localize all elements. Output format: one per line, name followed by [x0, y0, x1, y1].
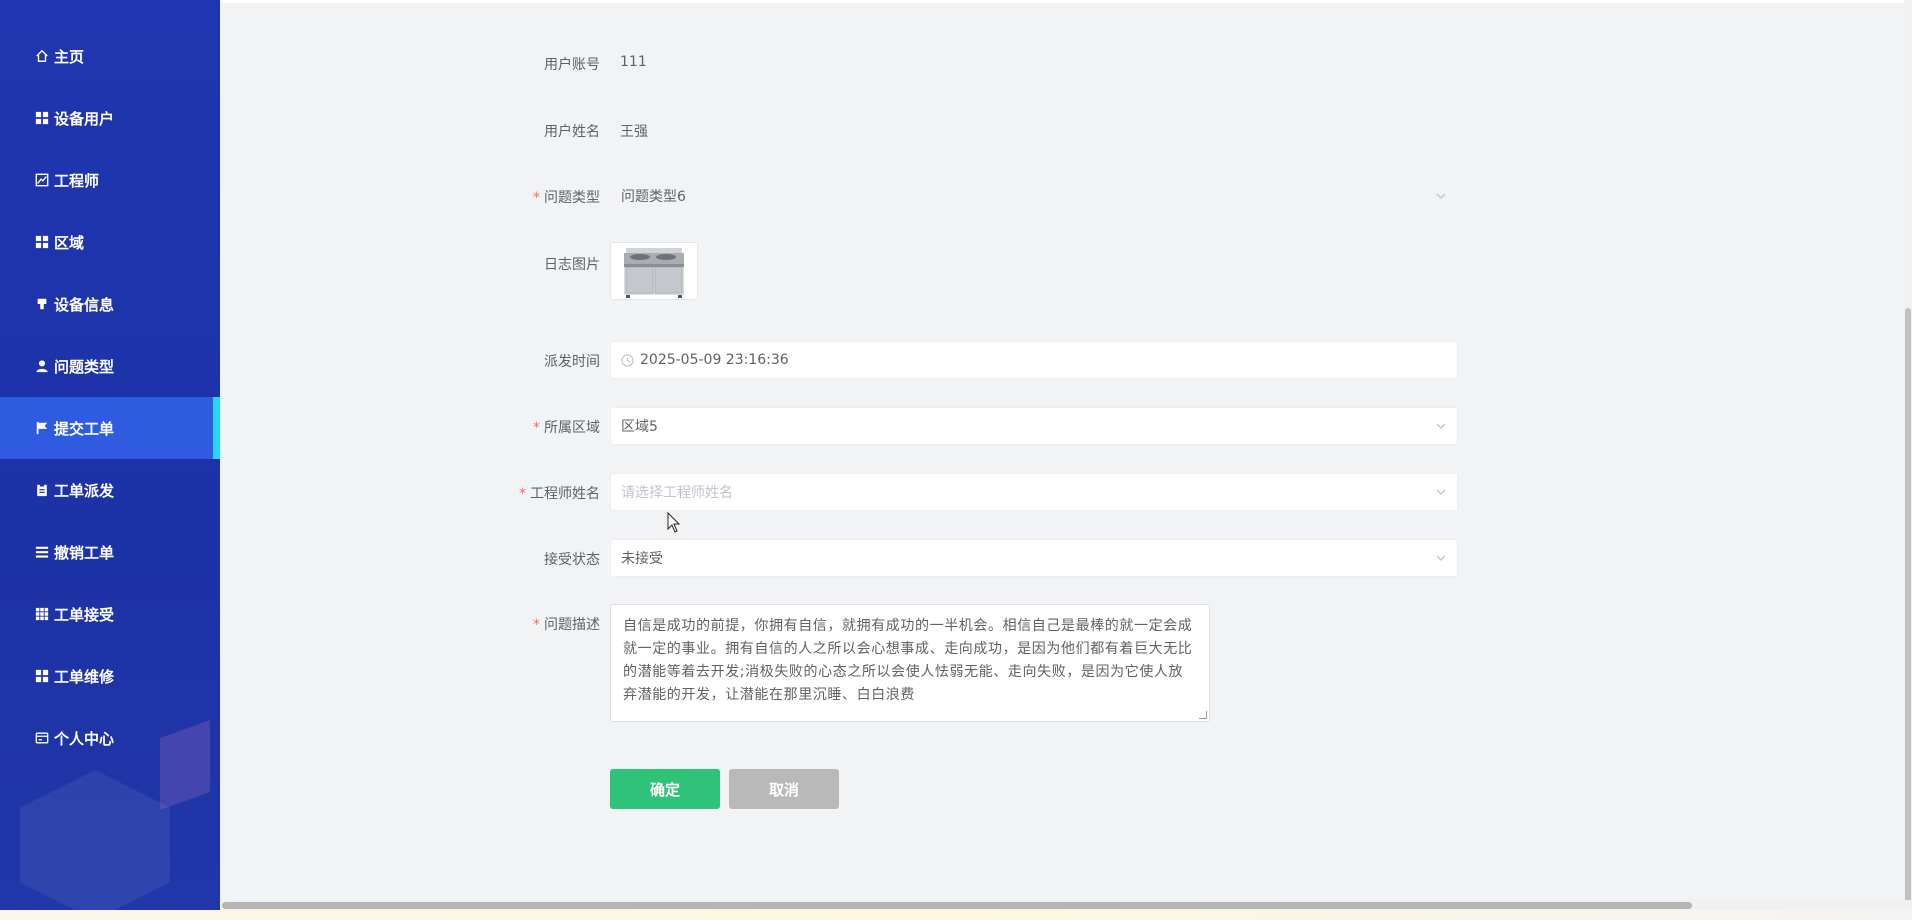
username-value: 王强 — [620, 124, 648, 140]
cancel-button[interactable]: 取消 — [729, 769, 839, 809]
sidebar-item-engineer[interactable]: 工程师 — [0, 149, 220, 211]
engineer-label: * 工程师姓名 — [519, 486, 600, 502]
sidebar-item-label: 工单维修 — [54, 667, 115, 686]
table-icon — [34, 606, 50, 622]
home-icon — [34, 48, 50, 64]
horizontal-scrollbar-thumb[interactable] — [222, 902, 1692, 909]
user-icon — [34, 358, 50, 374]
clipboard-icon — [34, 482, 50, 498]
list-icon — [34, 544, 50, 560]
grid-icon — [34, 110, 50, 126]
sidebar-item-ticket-dispatch[interactable]: 工单派发 — [0, 459, 220, 521]
engineer-select[interactable]: 请选择工程师姓名 — [610, 473, 1458, 511]
sidebar-item-home[interactable]: 主页 — [0, 25, 220, 87]
sidebar-item-region[interactable]: 区域 — [0, 211, 220, 273]
grid-icon — [34, 234, 50, 250]
flag-icon — [34, 420, 50, 436]
main-content: 用户账号 111 用户姓名 王强 * 问题类型 问题类型6 日志图片 派发时间 … — [220, 0, 1912, 910]
sidebar-item-label: 设备信息 — [54, 295, 115, 314]
chevron-down-icon — [1436, 423, 1446, 429]
account-value: 111 — [620, 54, 647, 70]
sidebar-item-label: 提交工单 — [54, 419, 115, 438]
sidebar-item-label: 主页 — [54, 47, 85, 66]
sidebar-item-label: 区域 — [54, 233, 85, 252]
appliance-image — [624, 248, 684, 298]
resize-handle[interactable] — [1199, 711, 1207, 719]
ticket-form: 用户账号 111 用户姓名 王强 * 问题类型 问题类型6 日志图片 派发时间 … — [220, 0, 1912, 900]
sidebar-item-device-info[interactable]: 设备信息 — [0, 273, 220, 335]
sidebar-item-device-users[interactable]: 设备用户 — [0, 87, 220, 149]
grid-icon — [34, 668, 50, 684]
pin-icon — [34, 296, 50, 312]
confirm-button[interactable]: 确定 — [610, 769, 720, 809]
dispatch-time-label: 派发时间 — [544, 354, 600, 370]
username-label: 用户姓名 — [544, 124, 600, 140]
chevron-down-icon — [1436, 193, 1446, 199]
problem-type-select[interactable]: 问题类型6 — [610, 177, 1458, 215]
region-select[interactable]: 区域5 — [610, 407, 1458, 445]
chevron-down-icon — [1436, 555, 1446, 561]
sidebar-item-label: 设备用户 — [54, 109, 115, 128]
horizontal-scrollbar[interactable] — [220, 900, 1912, 910]
vertical-scrollbar-thumb[interactable] — [1905, 308, 1911, 903]
chevron-down-icon — [1436, 489, 1446, 495]
sidebar-item-problem-type[interactable]: 问题类型 — [0, 335, 220, 397]
accept-status-label: 接受状态 — [544, 552, 600, 568]
sidebar-item-ticket-repair[interactable]: 工单维修 — [0, 645, 220, 707]
sidebar-item-personal-center[interactable]: 个人中心 — [0, 707, 220, 769]
account-label: 用户账号 — [544, 57, 600, 73]
sidebar-item-label: 问题类型 — [54, 357, 115, 376]
sidebar-item-label: 工单接受 — [54, 605, 115, 624]
region-label: * 所属区域 — [533, 420, 600, 436]
sidebar: 主页 设备用户 工程师 区域 设备信息 问题类型 提交工单 工单派发 撤销工单 … — [0, 0, 220, 910]
log-image-thumbnail[interactable] — [610, 242, 698, 300]
vertical-scrollbar[interactable] — [1904, 0, 1912, 910]
description-label: * 问题描述 — [533, 617, 600, 633]
sidebar-item-label: 工程师 — [54, 171, 100, 190]
problem-type-label: * 问题类型 — [533, 190, 600, 206]
dispatch-time-picker[interactable]: 2025-05-09 23:16:36 — [610, 341, 1458, 379]
clock-icon — [621, 353, 634, 367]
sidebar-item-label: 个人中心 — [54, 729, 115, 748]
log-image-label: 日志图片 — [544, 257, 600, 273]
description-textarea[interactable]: 自信是成功的前提，你拥有自信，就拥有成功的一半机会。相信自己是最棒的就一定会成就… — [610, 604, 1210, 722]
mouse-cursor-icon — [667, 512, 681, 533]
sidebar-item-submit-ticket[interactable]: 提交工单 — [0, 397, 220, 459]
card-icon — [34, 730, 50, 746]
sidebar-item-label: 工单派发 — [54, 481, 115, 500]
sidebar-decoration-hexagon — [20, 770, 170, 910]
sidebar-menu: 主页 设备用户 工程师 区域 设备信息 问题类型 提交工单 工单派发 撤销工单 … — [0, 25, 220, 769]
sidebar-item-ticket-accept[interactable]: 工单接受 — [0, 583, 220, 645]
sidebar-item-label: 撤销工单 — [54, 543, 115, 562]
accept-status-select[interactable]: 未接受 — [610, 539, 1458, 577]
chart-icon — [34, 172, 50, 188]
sidebar-item-cancel-ticket[interactable]: 撤销工单 — [0, 521, 220, 583]
